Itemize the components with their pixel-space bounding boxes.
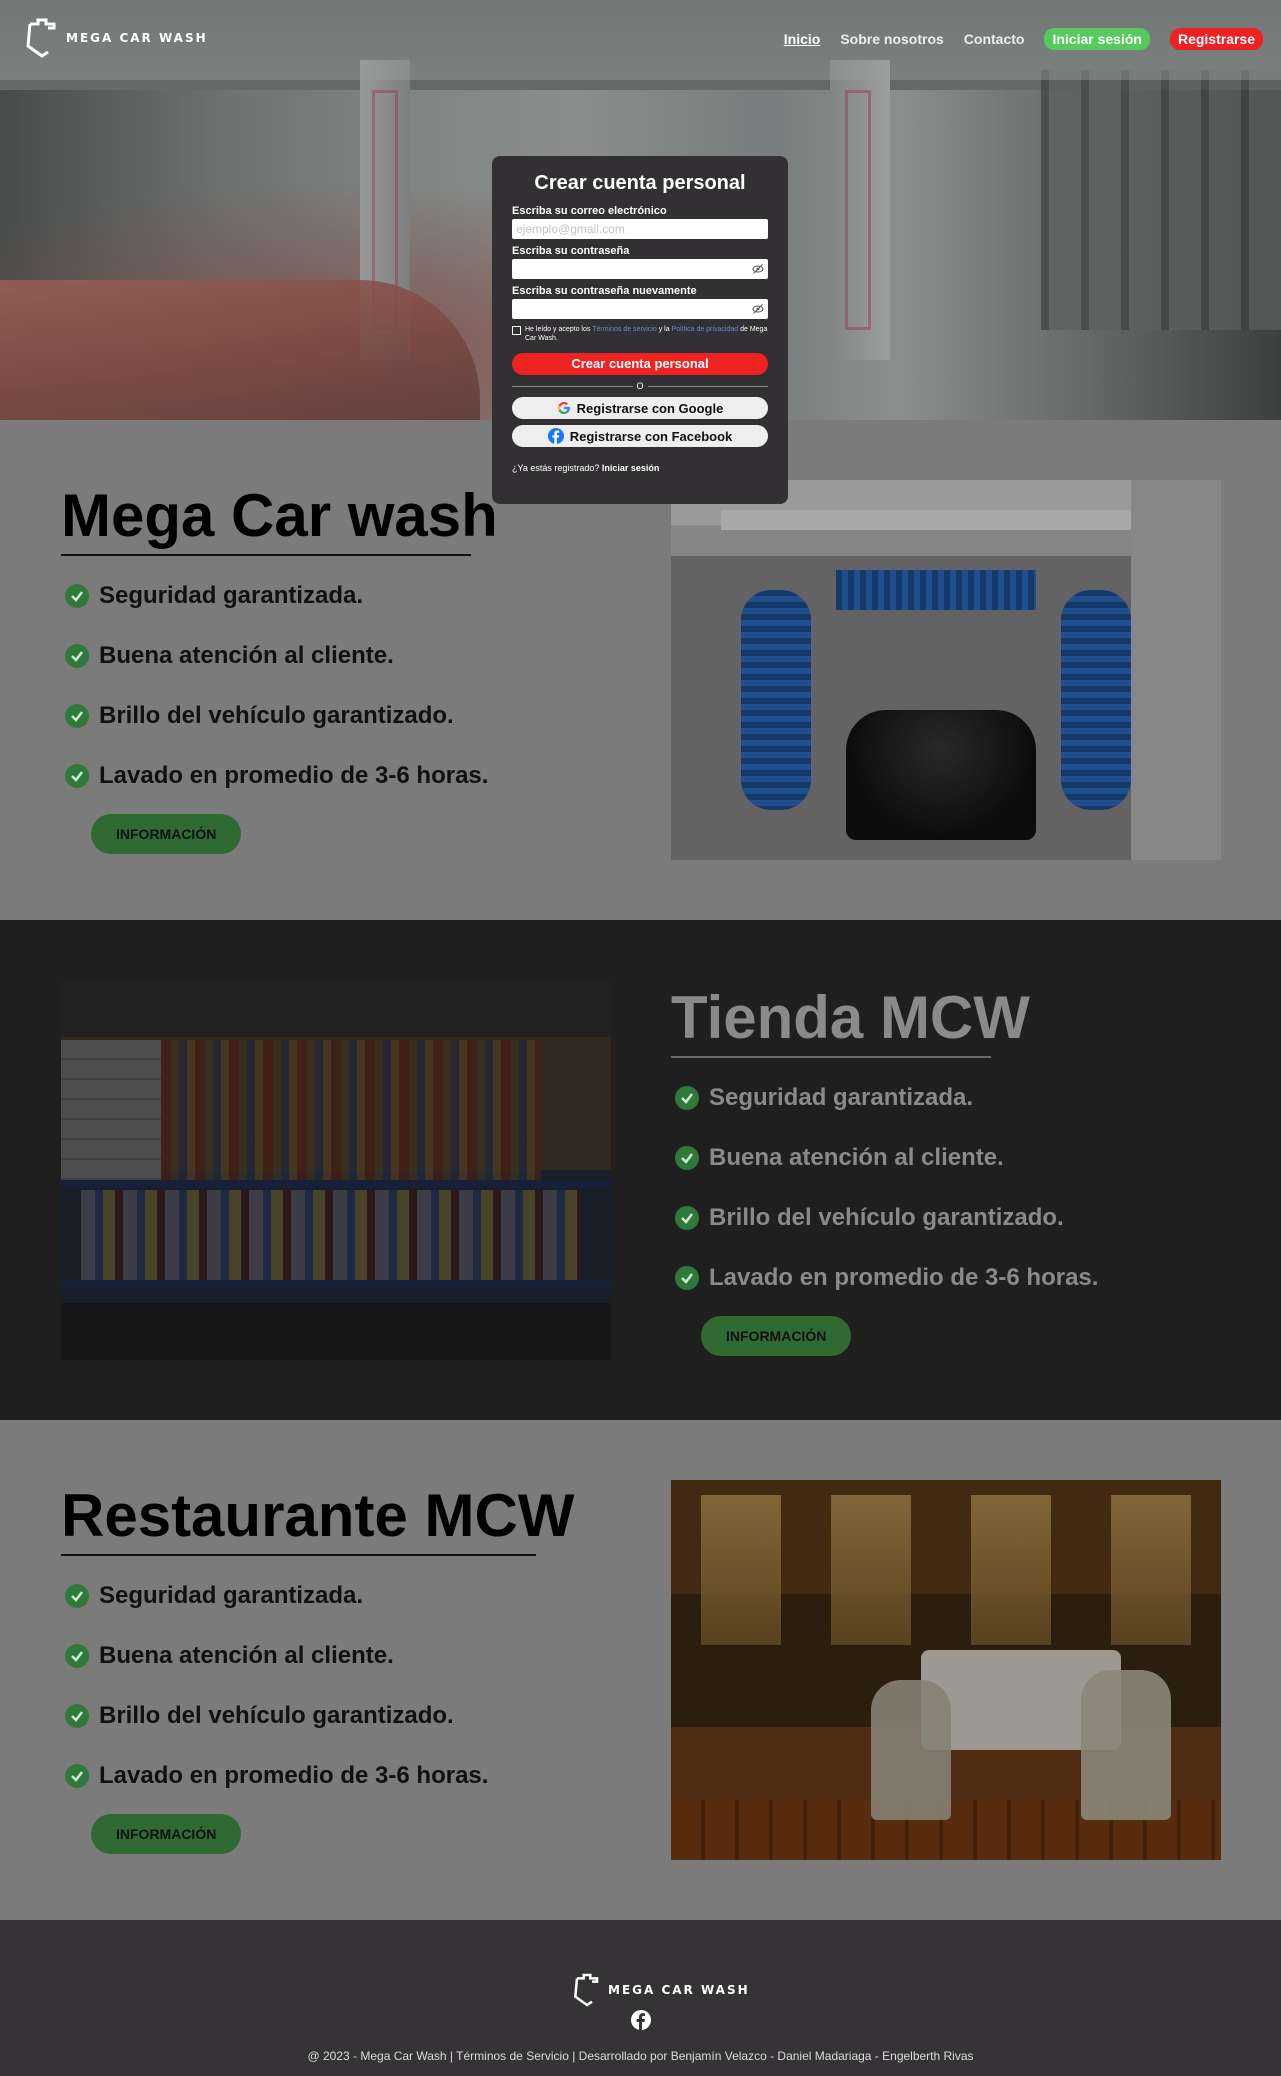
terms-link[interactable]: Términos de servicio (592, 326, 657, 333)
password-field-wrapper (512, 259, 768, 279)
register-button[interactable]: Registrarse (1169, 28, 1263, 50)
list-item: Buena atención al cliente. (61, 1626, 621, 1686)
password-repeat-field[interactable] (512, 299, 768, 319)
eye-slash-icon[interactable] (752, 303, 764, 315)
title-underline (671, 1056, 991, 1058)
logo-shield-icon (574, 1973, 599, 2007)
facebook-signup-button[interactable]: Registrarse con Facebook (512, 425, 768, 448)
list-item: Seguridad garantizada. (61, 566, 621, 626)
footer-logo-text: MEGA CAR WASH (608, 1983, 750, 1997)
nav-link-sobre-nosotros[interactable]: Sobre nosotros (840, 31, 943, 47)
check-circle-icon (65, 764, 89, 788)
password-label: Escriba su contraseña (512, 245, 630, 257)
privacy-link[interactable]: Política de privacidad (672, 326, 739, 333)
restaurant-photo (671, 1480, 1221, 1860)
logo-text: MEGA CAR WASH (66, 31, 208, 45)
check-circle-icon (65, 644, 89, 668)
email-field-wrapper (512, 219, 768, 239)
section-restaurant: Restaurante MCW Seguridad garantizada. B… (0, 1420, 1281, 1920)
check-circle-icon (675, 1206, 699, 1230)
login-button[interactable]: Iniciar sesión (1044, 28, 1150, 50)
footer-copyright: @ 2023 - Mega Car Wash | Términos de Ser… (307, 2049, 974, 2063)
list-item: Brillo del vehículo garantizado. (61, 1686, 621, 1746)
password-repeat-field-wrapper (512, 299, 768, 319)
brand-logo[interactable]: MEGA CAR WASH (24, 18, 208, 58)
check-circle-icon (65, 704, 89, 728)
section-title: Tienda MCW (671, 984, 1030, 1051)
check-circle-icon (65, 584, 89, 608)
password-field[interactable] (512, 259, 768, 279)
info-button[interactable]: INFORMACIÓN (91, 814, 242, 854)
check-circle-icon (675, 1146, 699, 1170)
restaurant-info: Restaurante MCW Seguridad garantizada. B… (61, 1486, 621, 1854)
list-item: Brillo del vehículo garantizado. (671, 1188, 1231, 1248)
email-field[interactable] (512, 219, 768, 239)
section-store: Tienda MCW Seguridad garantizada. Buena … (0, 920, 1281, 1420)
facebook-icon[interactable] (631, 2010, 651, 2030)
top-navbar: MEGA CAR WASH Inicio Sobre nosotros Cont… (0, 0, 1281, 80)
nav-link-inicio[interactable]: Inicio (784, 31, 821, 47)
section-title: Restaurante MCW (61, 1482, 575, 1549)
facebook-signup-label: Registrarse con Facebook (569, 428, 733, 444)
car-wash-photo (671, 480, 1221, 860)
google-icon (557, 402, 570, 415)
list-item: Lavado en promedio de 3-6 horas. (61, 1746, 621, 1806)
terms-text: He leído y acepto los Términos de servic… (525, 326, 768, 343)
nav-link-contacto[interactable]: Contacto (964, 31, 1025, 47)
password-repeat-label: Escriba su contraseña nuevamente (512, 285, 697, 297)
already-registered: ¿Ya estás registrado? Iniciar sesión (512, 463, 660, 474)
check-circle-icon (65, 1764, 89, 1788)
store-info: Tienda MCW Seguridad garantizada. Buena … (671, 988, 1231, 1356)
terms-checkbox[interactable] (512, 326, 521, 335)
list-item: Buena atención al cliente. (671, 1128, 1231, 1188)
list-item: Seguridad garantizada. (61, 1566, 621, 1626)
feature-list: Seguridad garantizada. Buena atención al… (61, 566, 621, 806)
google-signup-button[interactable]: Registrarse con Google (512, 397, 768, 420)
eye-slash-icon[interactable] (752, 263, 764, 275)
list-item: Lavado en promedio de 3-6 horas. (61, 746, 621, 806)
check-circle-icon (675, 1086, 699, 1110)
create-account-button[interactable]: Crear cuenta personal (512, 353, 768, 376)
info-button[interactable]: INFORMACIÓN (701, 1316, 852, 1356)
title-underline (61, 1554, 536, 1556)
list-item: Buena atención al cliente. (61, 626, 621, 686)
list-item: Lavado en promedio de 3-6 horas. (671, 1248, 1231, 1308)
feature-list: Seguridad garantizada. Buena atención al… (671, 1068, 1231, 1308)
register-modal: Crear cuenta personal Escriba su correo … (492, 156, 788, 504)
store-photo (61, 980, 611, 1360)
list-item: Seguridad garantizada. (671, 1068, 1231, 1128)
terms-row: He leído y acepto los Términos de servic… (512, 325, 768, 343)
login-link[interactable]: Iniciar sesión (602, 463, 660, 473)
or-divider: O (512, 381, 769, 391)
car-wash-info: Mega Car wash Seguridad garantizada. Bue… (61, 486, 621, 854)
check-circle-icon (65, 1704, 89, 1728)
footer-logo[interactable]: MEGA CAR WASH (572, 1970, 750, 2010)
title-underline (61, 554, 471, 556)
check-circle-icon (65, 1584, 89, 1608)
google-signup-label: Registrarse con Google (576, 400, 724, 416)
info-button[interactable]: INFORMACIÓN (91, 1814, 242, 1854)
email-label: Escriba su correo electrónico (512, 205, 667, 217)
nav-links: Inicio Sobre nosotros Contacto Iniciar s… (784, 28, 1263, 50)
feature-list: Seguridad garantizada. Buena atención al… (61, 1566, 621, 1806)
check-circle-icon (675, 1266, 699, 1290)
check-circle-icon (65, 1644, 89, 1668)
logo-shield-icon (26, 18, 56, 58)
list-item: Brillo del vehículo garantizado. (61, 686, 621, 746)
modal-title: Crear cuenta personal (534, 172, 746, 194)
facebook-icon (547, 428, 564, 445)
